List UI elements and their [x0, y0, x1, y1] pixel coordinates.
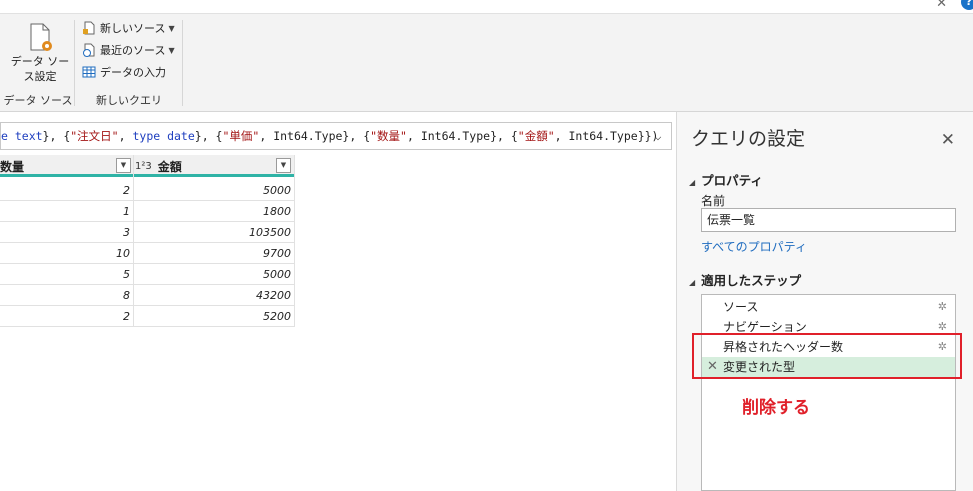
applied-step-label: ナビゲーション — [723, 320, 807, 334]
ribbon-divider — [182, 20, 183, 106]
formula-token: , Int64.Type}, { — [259, 129, 371, 143]
cell-amount[interactable]: 103500 — [135, 222, 294, 243]
table-row[interactable]: 10 9700 — [0, 243, 294, 264]
column-header-qty[interactable]: 数量 ▼ — [0, 155, 133, 177]
formula-token: "単価" — [222, 129, 260, 143]
ribbon: データ ソー ス設定 データ ソース 新しいクエリ 新しいソース ▼ 最近のソー… — [0, 14, 973, 112]
step-settings-gear-icon[interactable]: ✲ — [938, 297, 947, 317]
help-icon[interactable]: ? — [961, 0, 973, 10]
table-row[interactable]: 2 5000 — [0, 180, 294, 201]
cell-amount[interactable]: 5000 — [135, 264, 294, 285]
formula-token: "金額" — [517, 129, 555, 143]
close-icon[interactable]: ✕ — [936, 0, 947, 11]
group-label-new-query: 新しいクエリ — [96, 94, 162, 107]
new-source-icon — [82, 21, 96, 35]
chevron-down-icon[interactable]: ⌵ — [649, 123, 667, 149]
formula-token: "注文日" — [70, 129, 119, 143]
new-source-label: 新しいソース — [100, 22, 166, 35]
column-header-label: 数量 — [0, 159, 25, 174]
recent-sources-label: 最近のソース — [100, 44, 166, 57]
data-source-settings-label: データ ソー ス設定 — [10, 55, 70, 83]
query-name-input[interactable]: 伝票一覧 — [701, 208, 956, 232]
cell-qty[interactable]: 5 — [0, 264, 133, 285]
table-row[interactable]: 1 1800 — [0, 201, 294, 222]
filter-dropdown-icon[interactable]: ▼ — [116, 158, 131, 173]
cell-amount[interactable]: 9700 — [135, 243, 294, 264]
formula-token: "数量" — [370, 129, 407, 143]
number-type-icon[interactable]: 1²3 — [135, 161, 152, 172]
applied-step-item[interactable]: ソース ✲ — [702, 297, 955, 317]
query-settings-pane: クエリの設定 ✕ ◢ プロパティ 名前 伝票一覧 すべてのプロパティ ◢ 適用したス… — [676, 112, 973, 491]
group-label-data-source: データ ソース — [3, 94, 73, 107]
enter-data-label: データの入力 — [100, 66, 166, 79]
cell-qty[interactable]: 2 — [0, 306, 133, 327]
group-data-source: データ ソー ス設定 データ ソース — [0, 14, 76, 112]
pane-title: クエリの設定 — [691, 128, 806, 150]
cell-qty[interactable]: 10 — [0, 243, 133, 264]
table-row[interactable]: 5 5000 — [0, 264, 294, 285]
cell-qty[interactable]: 1 — [0, 201, 133, 222]
table-row[interactable]: 3 103500 — [0, 222, 294, 243]
table-row[interactable]: 2 5200 — [0, 306, 294, 327]
cell-qty[interactable]: 2 — [0, 180, 133, 201]
formula-token: type date — [132, 129, 195, 143]
new-source-button[interactable]: 新しいソース ▼ — [82, 18, 175, 38]
formula-token: , Int64.Type}}) — [554, 129, 659, 143]
formula-bar[interactable]: e text}, {"注文日", type date}, {"単価", Int6… — [0, 122, 672, 150]
applied-steps-section-header[interactable]: ◢ 適用したステップ — [689, 270, 801, 289]
data-source-settings-icon — [25, 22, 55, 54]
formula-token: , — [118, 129, 133, 143]
highlight-box — [692, 333, 962, 379]
properties-title: プロパティ — [701, 173, 763, 188]
applied-step-label: ソース — [723, 300, 759, 314]
cell-amount[interactable]: 1800 — [135, 201, 294, 222]
applied-steps-title: 適用したステップ — [701, 273, 802, 288]
grid-column-divider — [133, 155, 134, 327]
cell-amount[interactable]: 5200 — [135, 306, 294, 327]
collapse-triangle-icon: ◢ — [689, 178, 696, 187]
cell-qty[interactable]: 3 — [0, 222, 133, 243]
all-properties-link[interactable]: すべてのプロパティ — [701, 238, 807, 255]
cell-amount[interactable]: 43200 — [135, 285, 294, 306]
chevron-down-icon: ▼ — [168, 23, 175, 33]
recent-sources-icon — [82, 43, 96, 57]
close-icon[interactable]: ✕ — [941, 130, 955, 150]
filter-dropdown-icon[interactable]: ▼ — [276, 158, 291, 173]
recent-sources-button[interactable]: 最近のソース ▼ — [82, 40, 175, 60]
collapse-triangle-icon: ◢ — [689, 278, 696, 287]
table-icon — [82, 65, 96, 79]
data-source-settings-button[interactable]: データ ソー ス設定 — [10, 20, 70, 86]
formula-text: e text}, {"注文日", type date}, {"単価", Int6… — [1, 129, 658, 143]
enter-data-button[interactable]: データの入力 — [82, 62, 166, 82]
chevron-down-icon: ▼ — [168, 45, 175, 55]
ribbon-divider — [74, 20, 75, 106]
cell-amount[interactable]: 5000 — [135, 180, 294, 201]
annotation-text: 削除する — [742, 398, 810, 418]
title-strip: ✕ ? — [0, 0, 973, 14]
properties-section-header[interactable]: ◢ プロパティ — [689, 170, 763, 189]
formula-token: e text — [1, 129, 43, 143]
table-row[interactable]: 8 43200 — [0, 285, 294, 306]
name-label: 名前 — [701, 194, 726, 208]
applied-steps-list: ソース ✲ ナビゲーション ✲ 昇格されたヘッダー数 ✲ ✕ 変更された型 — [701, 294, 956, 491]
cell-qty[interactable]: 8 — [0, 285, 133, 306]
formula-token: }, { — [194, 129, 223, 143]
grid-header: 数量 ▼ 1²3 金額 ▼ — [0, 155, 294, 177]
formula-token: , Int64.Type}, { — [406, 129, 518, 143]
column-header-amount[interactable]: 1²3 金額 ▼ — [135, 155, 294, 177]
grid-column-divider — [294, 155, 295, 327]
formula-token: }, { — [42, 129, 71, 143]
column-header-label: 金額 — [157, 159, 182, 174]
